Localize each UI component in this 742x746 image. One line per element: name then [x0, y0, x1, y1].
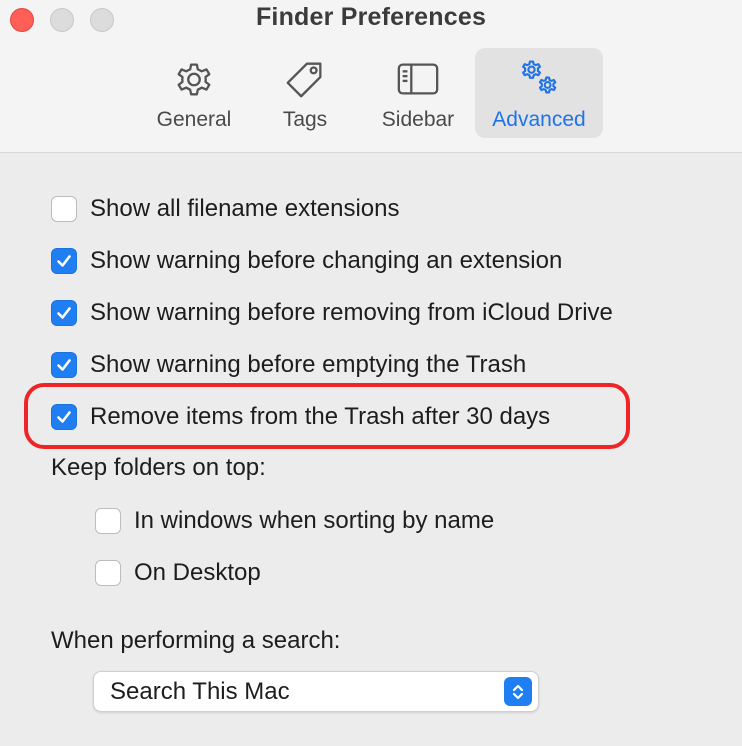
option-label: Remove items from the Trash after 30 day…: [90, 403, 551, 430]
window-title: Finder Preferences: [255, 3, 487, 31]
tab-sidebar[interactable]: Sidebar: [370, 48, 466, 138]
tab-sidebar-label: Sidebar: [381, 108, 455, 131]
option-label: Show warning before emptying the Trash: [90, 351, 527, 378]
checkbox-checked[interactable]: [51, 248, 77, 274]
checkbox-unchecked[interactable]: [95, 508, 121, 534]
popup-arrows-icon[interactable]: [504, 677, 532, 706]
tag-icon: [286, 62, 322, 98]
option-label: Show warning before changing an extensio…: [90, 247, 563, 274]
option-label: On Desktop: [134, 559, 261, 586]
option-label: Show warning before removing from iCloud…: [90, 299, 613, 326]
option-warn-icloud-remove[interactable]: Show warning before removing from iCloud…: [51, 295, 613, 331]
sidebar-icon: [397, 63, 439, 95]
tab-general-label: General: [156, 108, 232, 131]
search-scope-popup[interactable]: Search This Mac: [93, 671, 539, 712]
option-folders-top-windows[interactable]: In windows when sorting by name: [95, 503, 494, 539]
checkbox-unchecked[interactable]: [51, 196, 77, 222]
checkbox-checked[interactable]: [51, 352, 77, 378]
tab-advanced-label: Advanced: [492, 108, 586, 131]
option-label: In windows when sorting by name: [134, 507, 495, 534]
keep-folders-label: Keep folders on top:: [51, 454, 266, 481]
search-scope-value: Search This Mac: [110, 678, 290, 705]
window-toolbar: Finder Preferences General Tags Sidebar …: [0, 0, 742, 153]
checkbox-checked[interactable]: [51, 300, 77, 326]
option-label: Show all filename extensions: [90, 195, 400, 222]
checkmark-icon: [57, 359, 71, 371]
checkmark-icon: [57, 255, 71, 267]
option-show-extensions[interactable]: Show all filename extensions: [51, 191, 400, 227]
gears-icon: [522, 60, 557, 94]
tab-tags[interactable]: Tags: [256, 48, 354, 138]
checkbox-checked[interactable]: [51, 404, 77, 430]
search-scope-label: When performing a search:: [51, 627, 341, 654]
option-warn-empty-trash[interactable]: Show warning before emptying the Trash: [51, 347, 526, 383]
checkbox-unchecked[interactable]: [95, 560, 121, 586]
option-folders-top-desktop[interactable]: On Desktop: [95, 555, 261, 591]
tab-advanced[interactable]: Advanced: [475, 48, 603, 138]
checkmark-icon: [57, 411, 71, 423]
gear-icon: [177, 63, 211, 96]
option-warn-change-extension[interactable]: Show warning before changing an extensio…: [51, 243, 562, 279]
finder-preferences-window: Finder Preferences General Tags Sidebar …: [0, 0, 742, 746]
tab-tags-label: Tags: [282, 108, 328, 131]
option-remove-trash-30-days[interactable]: Remove items from the Trash after 30 day…: [51, 399, 550, 435]
tab-general[interactable]: General: [145, 48, 243, 138]
checkmark-icon: [57, 307, 71, 319]
